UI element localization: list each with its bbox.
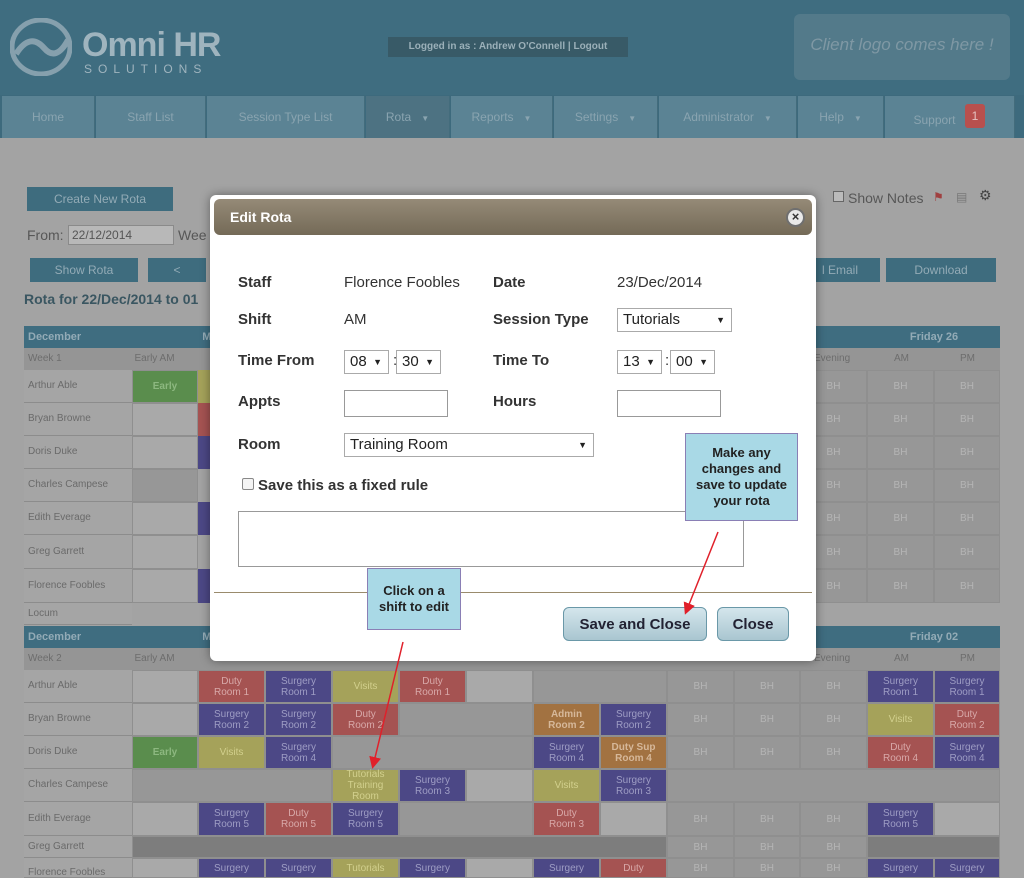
annotation-arrows (369, 531, 719, 769)
arrow-to-shift (369, 641, 404, 769)
arrow-to-save (683, 531, 719, 615)
